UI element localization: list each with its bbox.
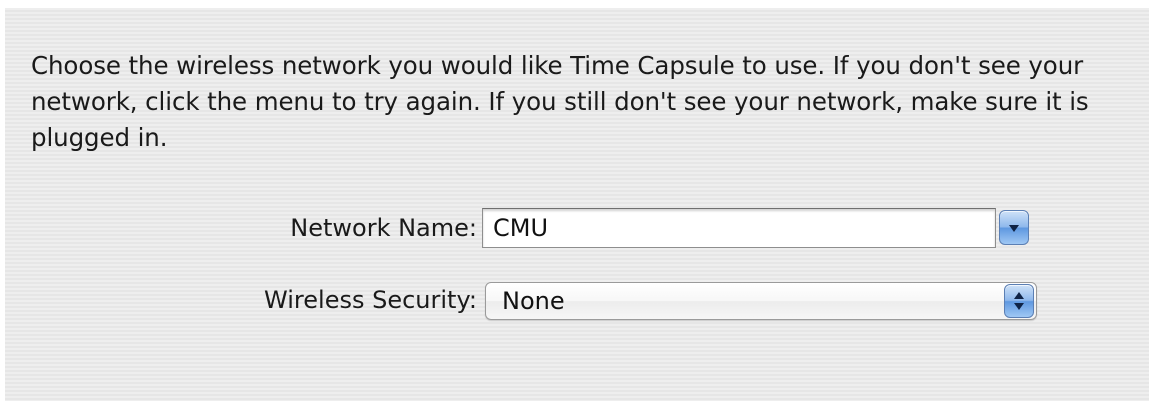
network-name-row: Network Name:: [5, 208, 1149, 248]
instructions-text: Choose the wireless network you would li…: [31, 51, 1089, 152]
up-down-arrows-icon: [1013, 291, 1025, 311]
wireless-security-label: Wireless Security:: [264, 286, 477, 314]
wireless-security-row: Wireless Security: None: [5, 280, 1149, 320]
wireless-security-arrows-button[interactable]: [1004, 284, 1034, 318]
wireless-security-select[interactable]: None: [485, 282, 1037, 320]
network-name-combobox[interactable]: [482, 208, 1035, 248]
wireless-security-value: None: [502, 287, 565, 315]
chevron-down-icon: [1008, 223, 1020, 233]
network-name-input[interactable]: [482, 208, 996, 248]
network-name-label: Network Name:: [290, 214, 477, 242]
network-name-menu-button[interactable]: [999, 210, 1029, 245]
setup-panel: Choose the wireless network you would li…: [5, 8, 1149, 401]
